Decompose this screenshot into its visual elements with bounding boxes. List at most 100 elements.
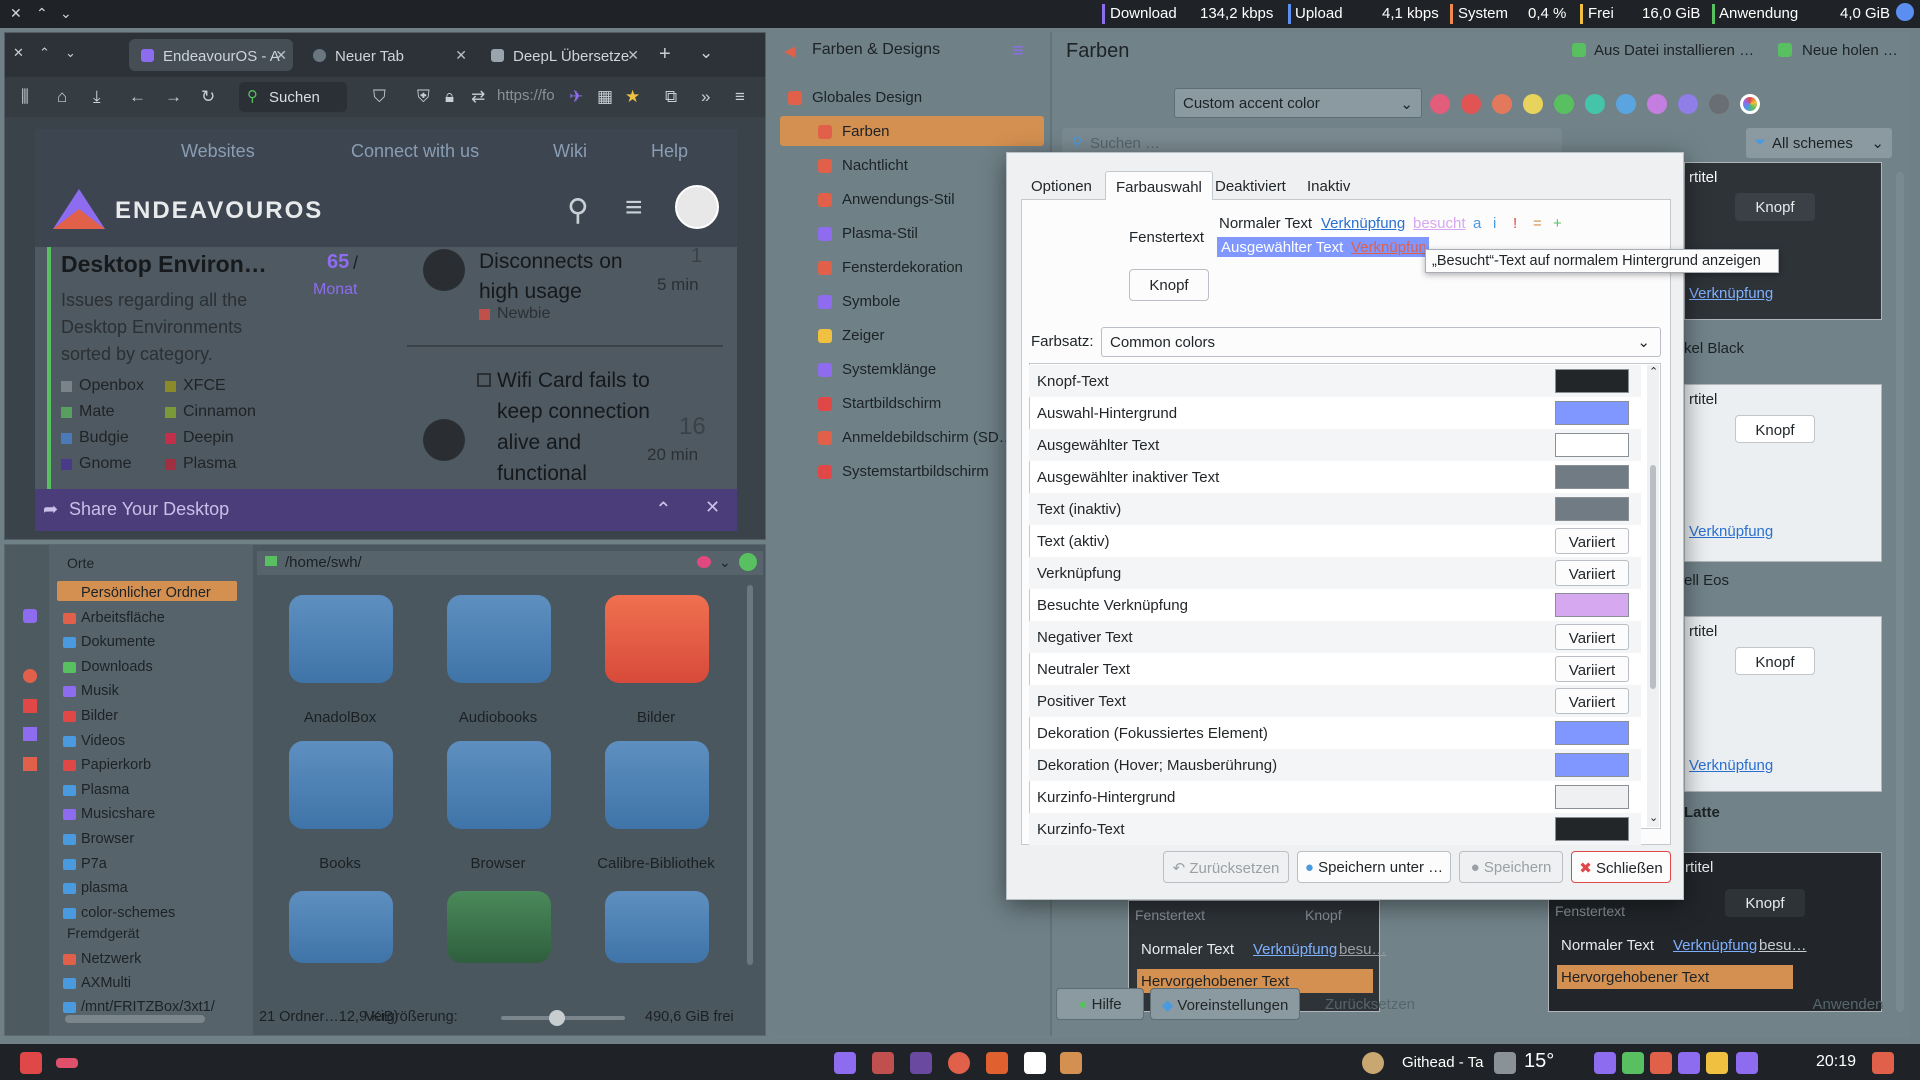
device-item[interactable]: /mnt/FRITZBox/3xt1/	[81, 999, 215, 1015]
color-swatch-button[interactable]	[1555, 721, 1629, 745]
task-terminal-icon[interactable]	[910, 1052, 932, 1074]
lock-icon[interactable]: 🔒︎	[445, 87, 454, 107]
settings-item[interactable]: Systemklänge	[842, 361, 936, 378]
maximize-window-icon[interactable]: ⌃	[36, 5, 48, 22]
activity-icon[interactable]	[56, 1058, 78, 1068]
folder-label[interactable]: Audiobooks	[423, 709, 573, 726]
settings-item[interactable]: Systemstartbildschirm	[842, 463, 989, 480]
scheme-preview[interactable]: rtitel Knopf Verknüpfung	[1684, 616, 1882, 792]
site-logo-text[interactable]: ENDEAVOUROS	[115, 197, 323, 225]
back-icon[interactable]: ◀	[784, 42, 796, 60]
place-item[interactable]: Plasma	[81, 782, 129, 798]
tab-color-selection[interactable]: Farbauswahl	[1105, 171, 1213, 201]
color-swatch-button[interactable]	[1555, 401, 1629, 425]
settings-item[interactable]: Symbole	[842, 293, 900, 310]
color-swatch-button[interactable]	[1555, 497, 1629, 521]
folder-icon[interactable]	[447, 891, 551, 963]
folder-icon[interactable]	[605, 891, 709, 963]
folder-icon[interactable]	[289, 741, 393, 829]
variant-button[interactable]: Variiert	[1555, 528, 1629, 554]
place-item[interactable]: Videos	[81, 733, 125, 749]
apply-button[interactable]: Anwenden	[1800, 988, 1896, 1020]
avatar[interactable]	[675, 185, 719, 229]
tab-disabled[interactable]: Deaktiviert	[1205, 171, 1296, 201]
place-item[interactable]: plasma	[81, 880, 128, 896]
subcat-deepin[interactable]: Deepin	[183, 429, 234, 447]
place-item[interactable]: Dokumente	[81, 634, 155, 650]
defaults-button[interactable]: ◆ Voreinstellungen	[1150, 988, 1300, 1020]
accent-color-swatch[interactable]	[1647, 94, 1667, 114]
close-button[interactable]: ✖ Schließen	[1571, 851, 1671, 883]
folder-icon[interactable]	[605, 741, 709, 829]
tab-inactive[interactable]: Inaktiv	[1297, 171, 1360, 201]
accent-color-swatch[interactable]	[1585, 94, 1605, 114]
scheme-preview[interactable]: rtitel Knopf Verknüpfung	[1684, 162, 1882, 320]
accent-color-swatch[interactable]	[1616, 94, 1636, 114]
settings-item[interactable]: Anmeldebildschirm (SD…	[842, 429, 1014, 446]
close-window-icon[interactable]: ✕	[10, 5, 22, 22]
nav-wiki[interactable]: Wiki	[553, 141, 587, 162]
vertical-scrollbar[interactable]	[747, 585, 753, 965]
tab-endeavouros[interactable]: EndeavourOS - A ✕	[129, 39, 293, 71]
zoom-slider-handle[interactable]	[549, 1010, 565, 1026]
shield-icon[interactable]: ⛨	[417, 87, 430, 107]
tray-icon[interactable]	[1736, 1052, 1758, 1074]
window-icon[interactable]	[23, 757, 37, 771]
tray-icon[interactable]	[1650, 1052, 1672, 1074]
subcat-plasma[interactable]: Plasma	[183, 455, 236, 473]
tray-icon[interactable]	[1678, 1052, 1700, 1074]
vertical-scrollbar[interactable]: ⌃ ⌄	[1647, 365, 1659, 827]
tag-icon[interactable]	[697, 556, 711, 568]
place-item[interactable]: Persönlicher Ordner	[81, 585, 211, 601]
extensions-icon[interactable]: ⧉	[665, 87, 677, 107]
color-swatch-button[interactable]	[1555, 593, 1629, 617]
task-brave-icon[interactable]	[986, 1052, 1008, 1074]
folder-label[interactable]: Browser	[423, 855, 573, 872]
reset-button[interactable]: Zurücksetzen	[1306, 988, 1434, 1020]
scroll-up-icon[interactable]: ⌃	[1649, 365, 1658, 378]
subcat-budgie[interactable]: Budgie	[79, 429, 129, 447]
settings-item[interactable]: Fensterdekoration	[842, 259, 963, 276]
color-swatch-button[interactable]	[1555, 817, 1629, 841]
subcat-xfce[interactable]: XFCE	[183, 377, 226, 395]
get-new-button[interactable]: Neue holen …	[1802, 42, 1898, 59]
minimize-window-icon[interactable]: ⌄	[60, 5, 72, 22]
place-item[interactable]: Musik	[81, 683, 119, 699]
temperature[interactable]: 15°	[1524, 1050, 1554, 1073]
nav-websites[interactable]: Websites	[181, 141, 255, 162]
color-swatch-button[interactable]	[1555, 785, 1629, 809]
variant-button[interactable]: Variiert	[1555, 560, 1629, 586]
volume-icon[interactable]	[1706, 1052, 1728, 1074]
device-item[interactable]: AXMulti	[81, 975, 131, 991]
folder-label[interactable]: Calibre-Bibliothek	[581, 855, 731, 872]
extension-icon[interactable]: ✈	[569, 87, 583, 107]
search-icon[interactable]: ⚲	[567, 193, 589, 228]
scrollbar-thumb[interactable]	[1650, 465, 1656, 689]
variant-button[interactable]: Variiert	[1555, 656, 1629, 682]
settings-item[interactable]: Globales Design	[812, 89, 922, 106]
path-bar[interactable]: /home/swh/ ⌄	[257, 551, 763, 575]
tab-new[interactable]: Neuer Tab ✕	[301, 39, 473, 71]
folder-label[interactable]: AnadolBox	[265, 709, 415, 726]
weather-location[interactable]: Githead - Ta	[1402, 1054, 1483, 1071]
place-item[interactable]: Browser	[81, 831, 134, 847]
share-banner[interactable]: ➦ Share Your Desktop ⌃ ✕	[35, 489, 737, 531]
task-zed-icon[interactable]	[1024, 1052, 1046, 1074]
menu-icon[interactable]: ≡	[735, 87, 745, 107]
task-settings-icon[interactable]	[872, 1052, 894, 1074]
task-firefox-icon[interactable]	[948, 1052, 970, 1074]
custom-accent-swatch[interactable]	[1740, 94, 1760, 114]
settings-item[interactable]: Farben	[842, 123, 890, 140]
save-as-button[interactable]: ● Speichern unter …	[1297, 851, 1451, 883]
path-text[interactable]: /home/swh/	[285, 554, 362, 571]
place-item[interactable]: Arbeitsfläche	[81, 610, 165, 626]
accent-color-swatch[interactable]	[1523, 94, 1543, 114]
device-item[interactable]: Netzwerk	[81, 951, 141, 967]
subcat-openbox[interactable]: Openbox	[79, 377, 144, 395]
accent-color-swatch[interactable]	[1678, 94, 1698, 114]
settings-item[interactable]: Zeiger	[842, 327, 885, 344]
reset-button[interactable]: ↶ Zurücksetzen	[1163, 851, 1289, 883]
folder-icon[interactable]	[447, 595, 551, 683]
accent-color-swatch[interactable]	[1554, 94, 1574, 114]
color-swatch-button[interactable]	[1555, 433, 1629, 457]
